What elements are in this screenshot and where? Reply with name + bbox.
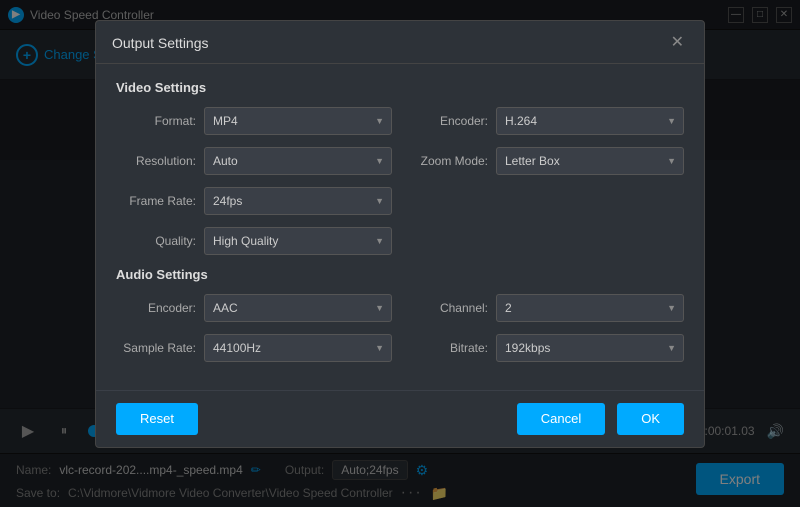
output-settings-modal: Output Settings ✕ Video Settings Format:… xyxy=(95,20,705,448)
sample-rate-bitrate-row: Sample Rate: 44100Hz Bitrate: 192kbps xyxy=(116,334,684,362)
encoder-select-wrapper: H.264 xyxy=(496,107,684,135)
bitrate-group: Bitrate: 192kbps xyxy=(408,334,684,362)
zoom-mode-select-wrapper: Letter Box xyxy=(496,147,684,175)
format-group: Format: MP4 xyxy=(116,107,392,135)
channel-label: Channel: xyxy=(408,301,488,315)
format-select[interactable]: MP4 xyxy=(204,107,392,135)
resolution-group: Resolution: Auto xyxy=(116,147,392,175)
bitrate-label: Bitrate: xyxy=(408,341,488,355)
quality-group: Quality: High Quality xyxy=(116,227,392,255)
frame-rate-select-wrapper: 24fps xyxy=(204,187,392,215)
quality-select-wrapper: High Quality xyxy=(204,227,392,255)
frame-rate-row: Frame Rate: 24fps xyxy=(116,187,684,215)
zoom-mode-label: Zoom Mode: xyxy=(408,154,488,168)
frame-rate-select[interactable]: 24fps xyxy=(204,187,392,215)
modal-header: Output Settings ✕ xyxy=(96,21,704,64)
audio-section-label: Audio Settings xyxy=(116,267,684,282)
format-select-wrapper: MP4 xyxy=(204,107,392,135)
bitrate-select[interactable]: 192kbps xyxy=(496,334,684,362)
frame-rate-label: Frame Rate: xyxy=(116,194,196,208)
audio-encoder-channel-row: Encoder: AAC Channel: 2 xyxy=(116,294,684,322)
encoder-label: Encoder: xyxy=(408,114,488,128)
quality-select[interactable]: High Quality xyxy=(204,227,392,255)
resolution-label: Resolution: xyxy=(116,154,196,168)
encoder-select[interactable]: H.264 xyxy=(496,107,684,135)
frame-rate-group: Frame Rate: 24fps xyxy=(116,187,392,215)
reset-button[interactable]: Reset xyxy=(116,403,198,435)
video-section-label: Video Settings xyxy=(116,80,684,95)
format-encoder-row: Format: MP4 Encoder: H.264 xyxy=(116,107,684,135)
modal-title: Output Settings xyxy=(112,35,209,51)
audio-encoder-select-wrapper: AAC xyxy=(204,294,392,322)
modal-body: Video Settings Format: MP4 Encoder: H. xyxy=(96,64,704,390)
modal-close-button[interactable]: ✕ xyxy=(667,33,688,53)
modal-footer: Reset Cancel OK xyxy=(96,390,704,447)
sample-rate-select[interactable]: 44100Hz xyxy=(204,334,392,362)
bitrate-select-wrapper: 192kbps xyxy=(496,334,684,362)
sample-rate-select-wrapper: 44100Hz xyxy=(204,334,392,362)
channel-select[interactable]: 2 xyxy=(496,294,684,322)
channel-group: Channel: 2 xyxy=(408,294,684,322)
zoom-mode-select[interactable]: Letter Box xyxy=(496,147,684,175)
resolution-zoom-row: Resolution: Auto Zoom Mode: Letter Box xyxy=(116,147,684,175)
audio-encoder-select[interactable]: AAC xyxy=(204,294,392,322)
channel-select-wrapper: 2 xyxy=(496,294,684,322)
modal-overlay: Output Settings ✕ Video Settings Format:… xyxy=(0,0,800,507)
quality-label: Quality: xyxy=(116,234,196,248)
ok-button[interactable]: OK xyxy=(617,403,684,435)
sample-rate-label: Sample Rate: xyxy=(116,341,196,355)
format-label: Format: xyxy=(116,114,196,128)
cancel-button[interactable]: Cancel xyxy=(517,403,605,435)
encoder-group: Encoder: H.264 xyxy=(408,107,684,135)
audio-encoder-label: Encoder: xyxy=(116,301,196,315)
sample-rate-group: Sample Rate: 44100Hz xyxy=(116,334,392,362)
zoom-mode-group: Zoom Mode: Letter Box xyxy=(408,147,684,175)
resolution-select[interactable]: Auto xyxy=(204,147,392,175)
modal-footer-right: Cancel OK xyxy=(517,403,684,435)
quality-row: Quality: High Quality xyxy=(116,227,684,255)
resolution-select-wrapper: Auto xyxy=(204,147,392,175)
audio-encoder-group: Encoder: AAC xyxy=(116,294,392,322)
